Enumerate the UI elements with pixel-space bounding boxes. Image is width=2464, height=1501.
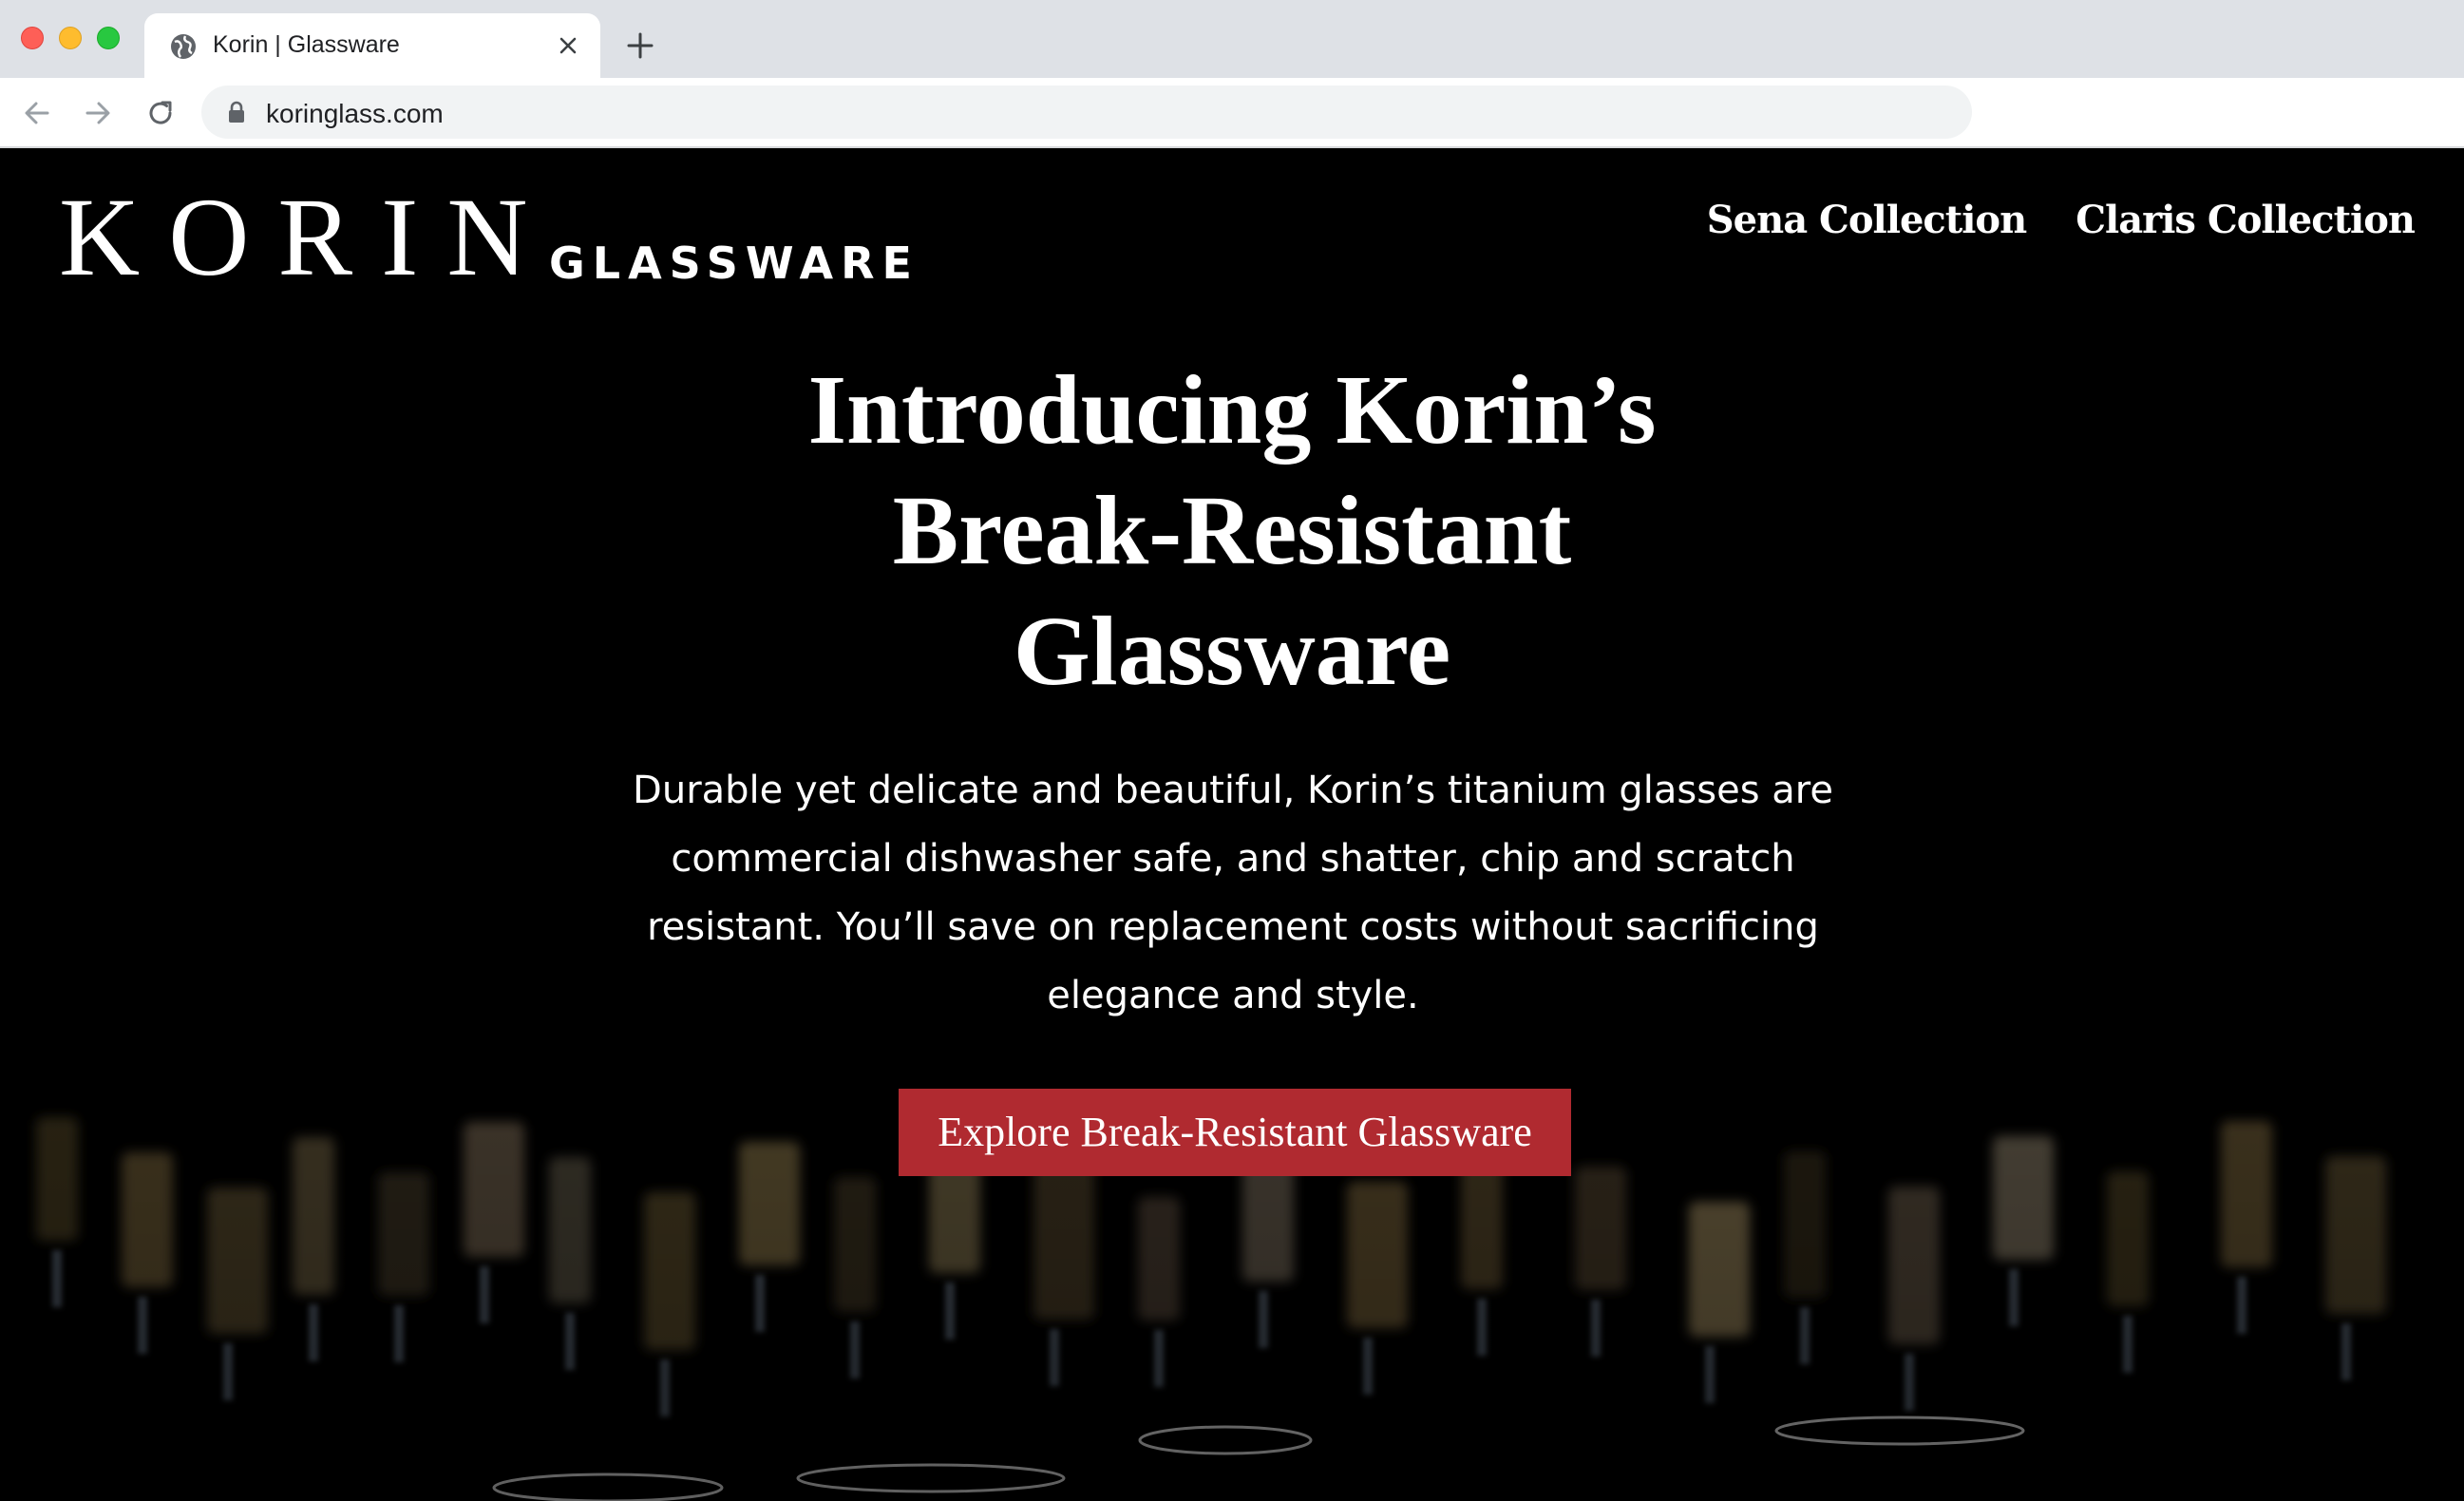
nav-link-claris-collection[interactable]: Claris Collection: [2075, 198, 2416, 242]
reload-icon[interactable]: [142, 95, 179, 131]
plus-icon[interactable]: [623, 28, 657, 63]
logo-wordmark: KORIN: [59, 175, 557, 299]
hero-title-line: Break-Resistant: [892, 476, 1572, 585]
address-bar[interactable]: koringlass.com: [201, 86, 1972, 139]
page-viewport: KORIN GLASSWARE Sena Collection Claris C…: [0, 148, 2464, 1501]
window-zoom-button[interactable]: [97, 27, 120, 49]
nav-link-sena-collection[interactable]: Sena Collection: [1707, 198, 2027, 242]
browser-toolbar: koringlass.com: [0, 78, 2464, 148]
hero-title-line: Glassware: [1013, 597, 1451, 706]
browser-tab[interactable]: Korin | Glassware: [144, 13, 600, 78]
tab-title: Korin | Glassware: [213, 31, 400, 58]
main-nav: Sena Collection Claris Collection: [1707, 198, 2416, 242]
arrow-right-icon[interactable]: [80, 95, 116, 131]
hero-title-line: Introducing Korin’s: [807, 355, 1657, 465]
globe-icon: [171, 34, 196, 59]
browser-tab-bar: Korin | Glassware: [0, 0, 2464, 78]
window-minimize-button[interactable]: [59, 27, 82, 49]
url-text[interactable]: koringlass.com: [266, 99, 444, 129]
hero-title: Introducing Korin’s Break-Resistant Glas…: [757, 350, 1707, 712]
logo-subtitle: GLASSWARE: [549, 238, 919, 289]
arrow-left-icon[interactable]: [19, 95, 55, 131]
hero-description: Durable yet delicate and beautiful, Kori…: [633, 769, 1833, 1017]
window-close-button[interactable]: [21, 27, 44, 49]
lock-icon: [229, 101, 244, 123]
explore-glassware-button[interactable]: Explore Break-Resistant Glassware: [899, 1089, 1571, 1176]
close-icon[interactable]: [553, 30, 583, 61]
